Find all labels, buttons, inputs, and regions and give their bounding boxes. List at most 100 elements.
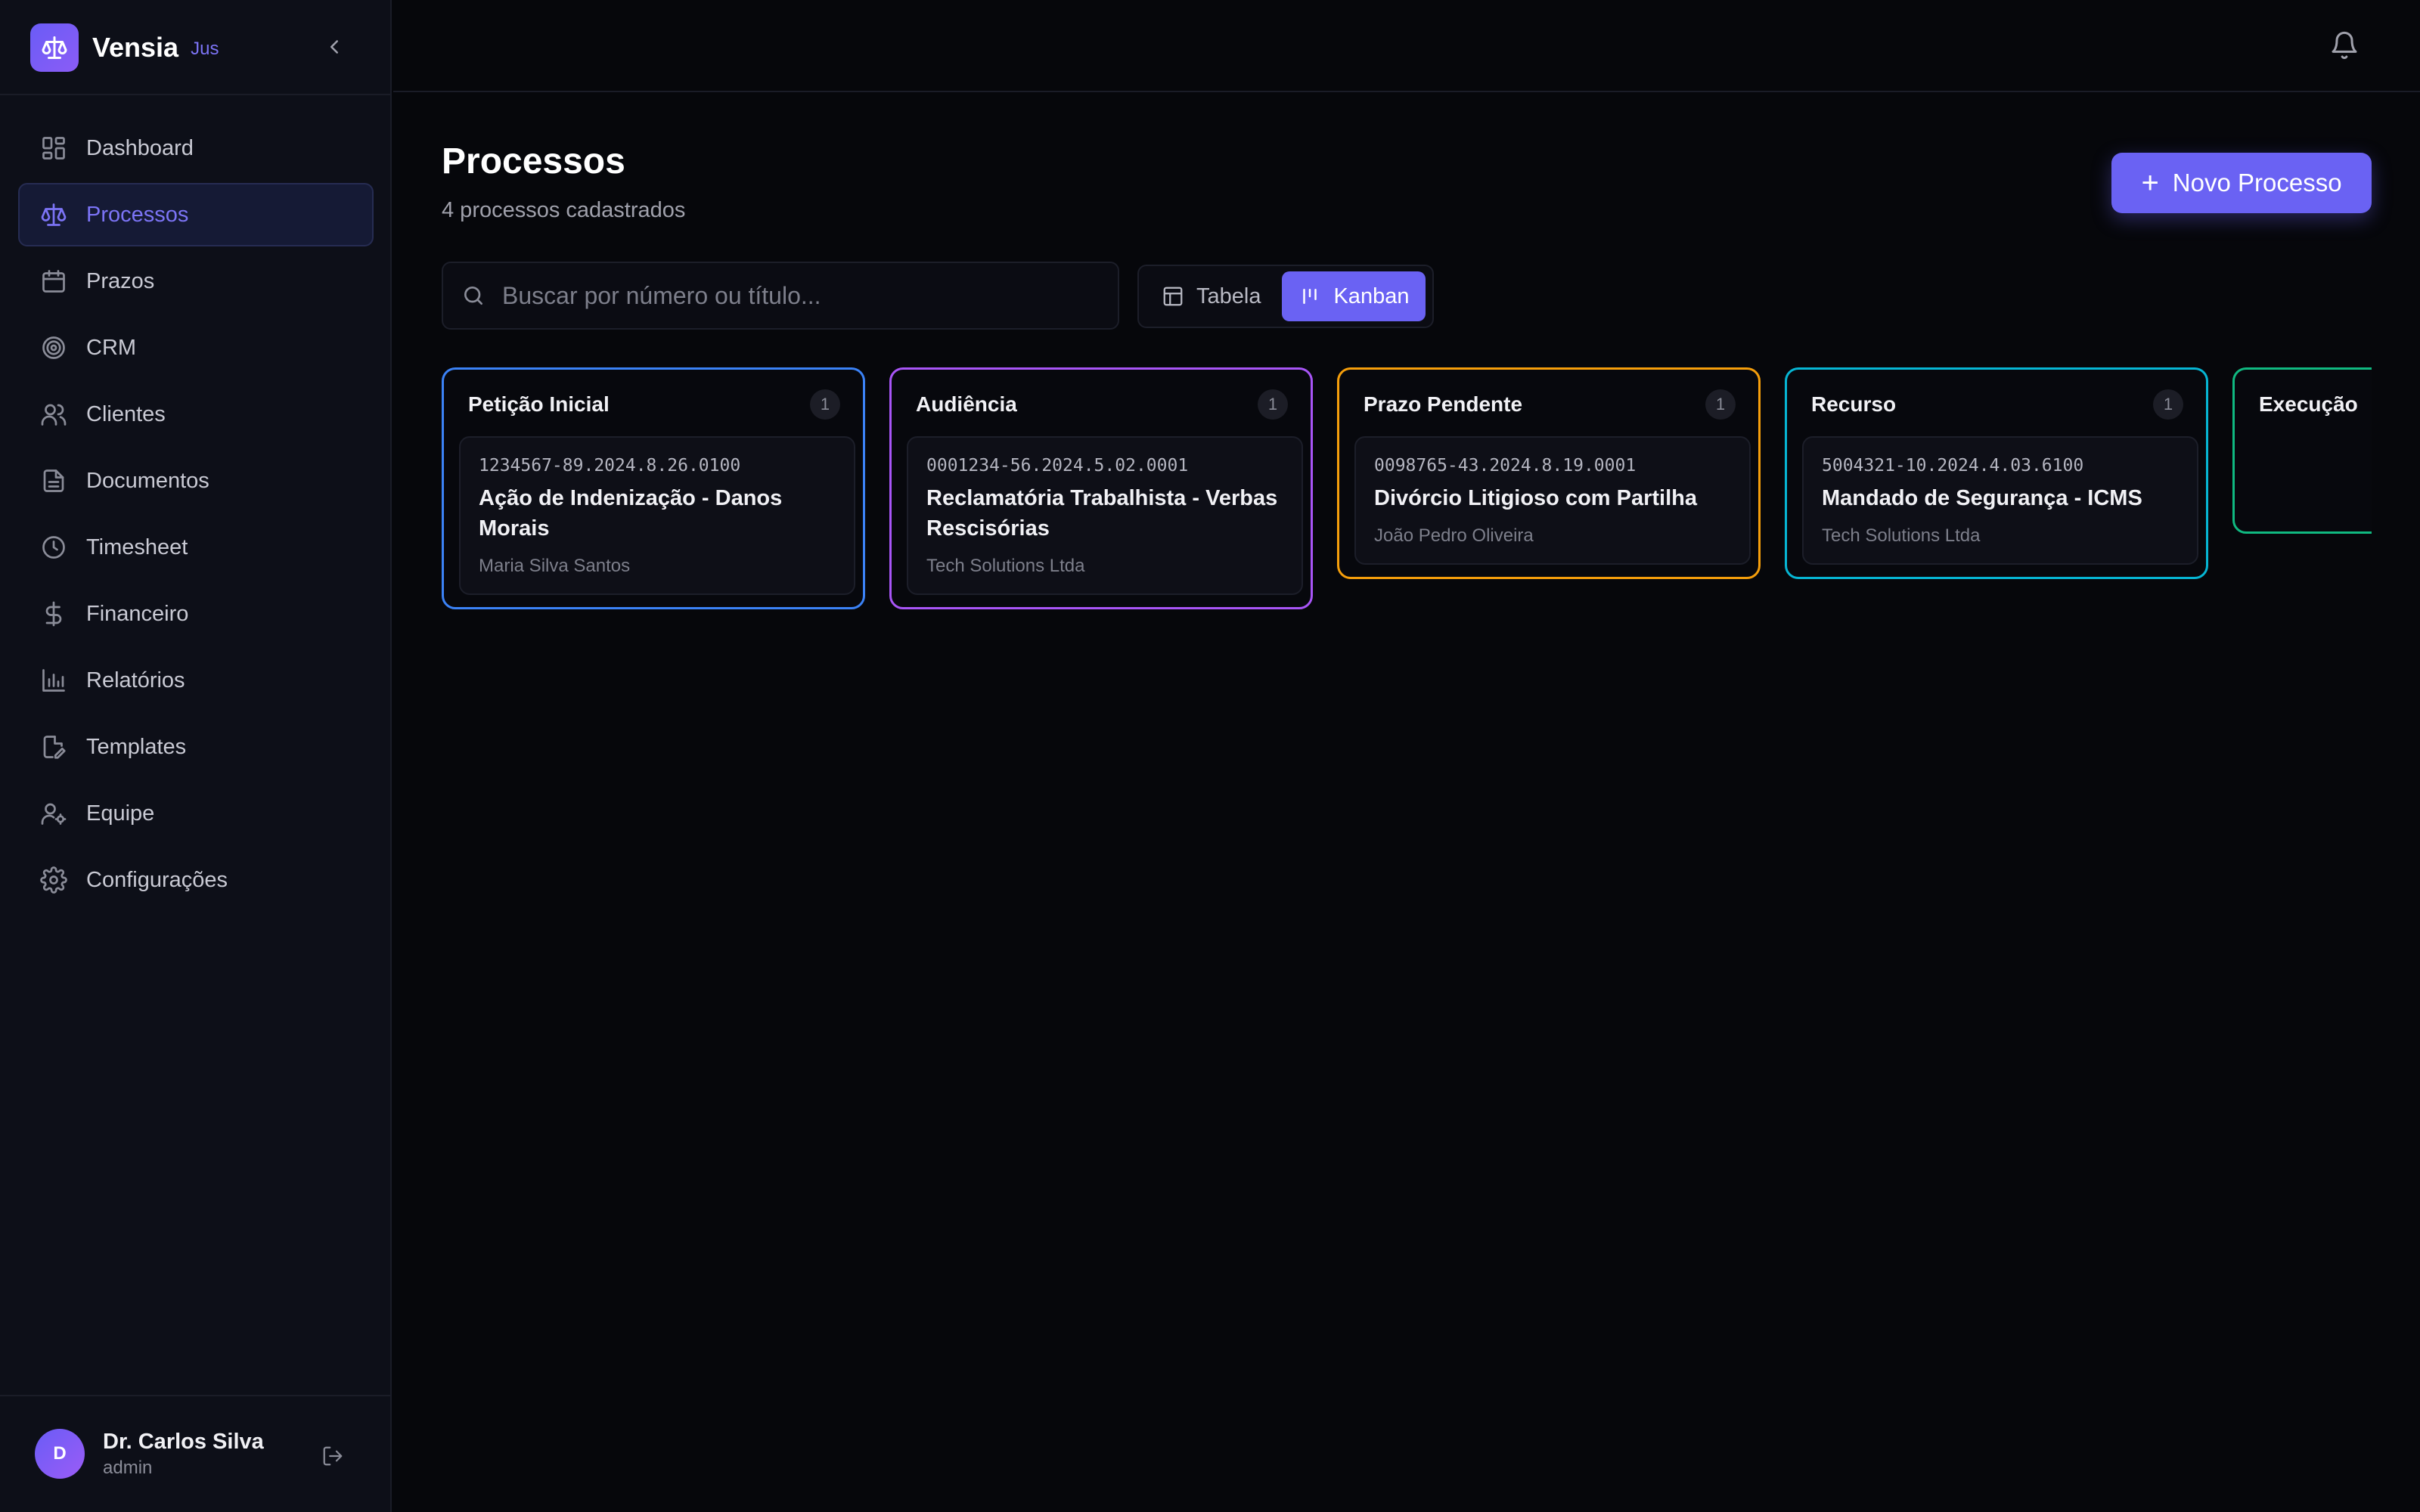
sidebar-item-label: CRM <box>86 335 137 360</box>
document-icon <box>38 465 70 497</box>
sidebar-item-label: Dashboard <box>86 135 194 160</box>
process-title: Reclamatória Trabalhista - Verbas Rescis… <box>926 486 1278 541</box>
sidebar-item-relatorios[interactable]: Relatórios <box>18 649 374 712</box>
sidebar-item-label: Financeiro <box>86 601 189 626</box>
page-subtitle: 4 processos cadastrados <box>442 198 686 222</box>
logout-button[interactable] <box>316 1439 349 1473</box>
kanban-column-recurso: Recurso 1 5004321-10.2024.4.03.6100 Mand… <box>1785 367 2208 579</box>
process-number: 5004321-10.2024.4.03.6100 <box>1822 456 2084 476</box>
chevron-left-icon <box>330 40 338 54</box>
process-client: Tech Solutions Ltda <box>1822 525 1981 546</box>
sidebar-item-processos[interactable]: Processos <box>18 183 374 246</box>
process-title: Mandado de Segurança - ICMS <box>1822 486 2142 510</box>
sidebar-item-label: Templates <box>86 734 187 759</box>
column-title: Recurso <box>1811 392 1897 416</box>
process-number: 0098765-43.2024.8.19.0001 <box>1374 456 1637 476</box>
view-toggle: Tabela Kanban <box>1137 265 1434 328</box>
sidebar-item-label: Documentos <box>86 468 209 493</box>
user-gear-icon <box>38 798 70 829</box>
edit-document-icon <box>38 731 70 763</box>
sidebar-item-equipe[interactable]: Equipe <box>18 782 374 845</box>
view-table-button[interactable]: Tabela <box>1145 271 1277 321</box>
sidebar-item-timesheet[interactable]: Timesheet <box>18 516 374 579</box>
sidebar-item-crm[interactable]: CRM <box>18 316 374 380</box>
sidebar-item-dashboard[interactable]: Dashboard <box>18 116 374 180</box>
gear-icon <box>38 864 70 896</box>
search-box <box>442 262 1119 330</box>
plus-icon: + <box>2141 166 2159 200</box>
sidebar-item-label: Clientes <box>86 401 166 426</box>
process-title: Ação de Indenização - Danos Morais <box>479 486 783 541</box>
column-count-badge: 1 <box>1258 389 1288 420</box>
new-process-button[interactable]: + Novo Processo <box>2111 153 2372 213</box>
process-title: Divórcio Litigioso com Partilha <box>1374 486 1698 510</box>
kanban-board: Petição Inicial 1 1234567-89.2024.8.26.0… <box>442 367 2372 670</box>
target-icon <box>38 332 70 364</box>
collapse-sidebar-button[interactable] <box>318 30 351 64</box>
process-number: 1234567-89.2024.8.26.0100 <box>479 456 741 476</box>
sidebar-item-label: Timesheet <box>86 534 188 559</box>
process-card[interactable]: 0098765-43.2024.8.19.0001 Divórcio Litig… <box>1354 436 1751 565</box>
scale-icon <box>38 199 70 231</box>
sidebar-item-label: Relatórios <box>86 668 185 692</box>
sidebar-nav: Dashboard Processos Prazos CRM Clientes … <box>18 116 374 915</box>
search-icon <box>464 287 482 305</box>
kanban-column-peticao-inicial: Petição Inicial 1 1234567-89.2024.8.26.0… <box>442 367 865 609</box>
bell-icon <box>2332 31 2357 60</box>
table-icon <box>1163 287 1183 306</box>
brand-name: Vensia <box>92 32 179 63</box>
bar-chart-icon <box>38 665 70 696</box>
sidebar-item-label: Prazos <box>86 268 155 293</box>
calendar-icon <box>38 265 70 297</box>
scale-logo-icon <box>30 23 79 72</box>
sidebar-divider <box>0 94 392 95</box>
sidebar-item-documentos[interactable]: Documentos <box>18 449 374 513</box>
process-number: 0001234-56.2024.5.02.0001 <box>926 456 1189 476</box>
sidebar-item-templates[interactable]: Templates <box>18 715 374 779</box>
column-count-badge: 1 <box>810 389 840 420</box>
dashboard-icon <box>38 132 70 164</box>
user-role: admin <box>103 1457 153 1478</box>
notifications-button[interactable] <box>2325 26 2364 65</box>
column-count-badge: 1 <box>1705 389 1736 420</box>
user-name: Dr. Carlos Silva <box>103 1429 264 1454</box>
column-title: Audiência <box>916 392 1017 416</box>
sidebar-item-label: Equipe <box>86 801 155 826</box>
view-kanban-button[interactable]: Kanban <box>1282 271 1426 321</box>
brand[interactable]: Vensia Jus <box>30 23 219 73</box>
kanban-icon <box>1303 289 1317 304</box>
brand-tag: Jus <box>191 39 219 59</box>
page-title: Processos <box>442 141 625 181</box>
process-client: João Pedro Oliveira <box>1374 525 1534 546</box>
sidebar: Vensia Jus Dashboard Processos Prazos CR… <box>0 0 392 1512</box>
sidebar-item-label: Configurações <box>86 867 228 892</box>
search-input[interactable] <box>502 281 1092 310</box>
new-process-label: Novo Processo <box>2172 169 2342 197</box>
kanban-column-prazo-pendente: Prazo Pendente 1 0098765-43.2024.8.19.00… <box>1337 367 1761 579</box>
clock-icon <box>38 531 70 563</box>
column-title: Petição Inicial <box>468 392 610 416</box>
kanban-column-audiencia: Audiência 1 0001234-56.2024.5.02.0001 Re… <box>889 367 1313 609</box>
process-card[interactable]: 1234567-89.2024.8.26.0100 Ação de Indeni… <box>459 436 855 595</box>
process-card[interactable]: 0001234-56.2024.5.02.0001 Reclamatória T… <box>907 436 1303 595</box>
column-title: Execução <box>2259 392 2358 416</box>
avatar: D <box>35 1429 85 1479</box>
sidebar-item-clientes[interactable]: Clientes <box>18 383 374 446</box>
process-client: Tech Solutions Ltda <box>926 556 1085 576</box>
process-card[interactable]: 5004321-10.2024.4.03.6100 Mandado de Seg… <box>1802 436 2198 565</box>
user-profile[interactable]: D Dr. Carlos Silva admin <box>35 1429 264 1479</box>
sidebar-item-prazos[interactable]: Prazos <box>18 249 374 313</box>
kanban-column-execucao: Execução <box>2232 367 2372 534</box>
view-table-label: Tabela <box>1196 284 1261 308</box>
users-icon <box>38 398 70 430</box>
sidebar-footer-divider <box>0 1395 392 1396</box>
sidebar-item-financeiro[interactable]: Financeiro <box>18 582 374 646</box>
logout-icon <box>323 1446 343 1466</box>
sidebar-item-configuracoes[interactable]: Configurações <box>18 848 374 912</box>
column-title: Prazo Pendente <box>1364 392 1523 416</box>
dollar-icon <box>38 598 70 630</box>
process-client: Maria Silva Santos <box>479 556 631 576</box>
top-bar <box>393 0 2420 92</box>
sidebar-item-label: Processos <box>86 202 189 227</box>
column-count-badge: 1 <box>2153 389 2183 420</box>
